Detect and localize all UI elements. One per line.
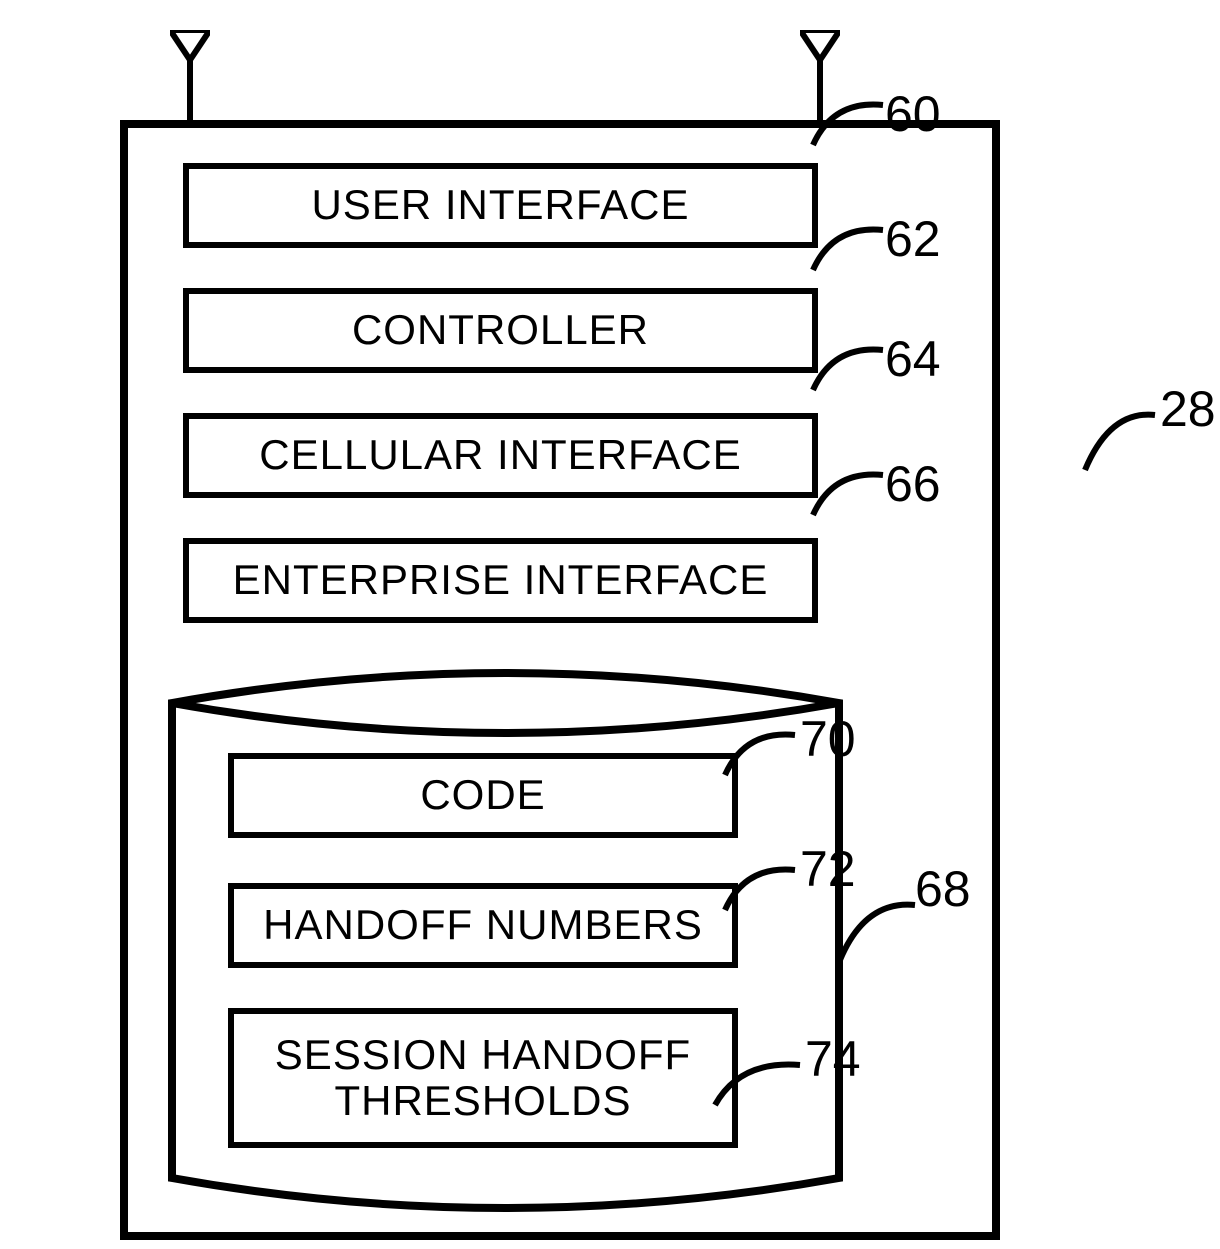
leadline-68 — [835, 895, 920, 965]
ref-68: 68 — [915, 860, 971, 918]
ref-72: 72 — [800, 840, 856, 898]
code-block: CODE — [228, 753, 738, 838]
leadline-64 — [808, 340, 888, 395]
leadline-62 — [808, 220, 888, 275]
ref-66: 66 — [885, 455, 941, 513]
user-interface-label: USER INTERFACE — [311, 182, 689, 228]
antenna-left-icon — [170, 30, 210, 120]
handoff-numbers-label: HANDOFF NUMBERS — [263, 902, 703, 948]
enterprise-interface-block: ENTERPRISE INTERFACE — [183, 538, 818, 623]
cellular-interface-block: CELLULAR INTERFACE — [183, 413, 818, 498]
leadline-74 — [710, 1055, 805, 1110]
ref-70: 70 — [800, 710, 856, 768]
ref-74: 74 — [805, 1030, 861, 1088]
ref-62: 62 — [885, 210, 941, 268]
leadline-72 — [720, 860, 800, 915]
ref-28: 28 — [1160, 380, 1216, 438]
session-handoff-block: SESSION HANDOFF THRESHOLDS — [228, 1008, 738, 1148]
user-interface-block: USER INTERFACE — [183, 163, 818, 248]
cellular-interface-label: CELLULAR INTERFACE — [259, 432, 741, 478]
ref-64: 64 — [885, 330, 941, 388]
leadline-66 — [808, 465, 888, 520]
code-label: CODE — [420, 772, 545, 818]
handoff-numbers-block: HANDOFF NUMBERS — [228, 883, 738, 968]
controller-block: CONTROLLER — [183, 288, 818, 373]
leadline-28 — [1080, 405, 1160, 475]
session-handoff-label: SESSION HANDOFF THRESHOLDS — [242, 1032, 724, 1124]
enterprise-interface-label: ENTERPRISE INTERFACE — [233, 557, 769, 603]
controller-label: CONTROLLER — [352, 307, 649, 353]
leadline-70 — [720, 725, 800, 780]
device-box: USER INTERFACE CONTROLLER CELLULAR INTER… — [120, 120, 1000, 1240]
leadline-60 — [808, 95, 888, 150]
ref-60: 60 — [885, 85, 941, 143]
